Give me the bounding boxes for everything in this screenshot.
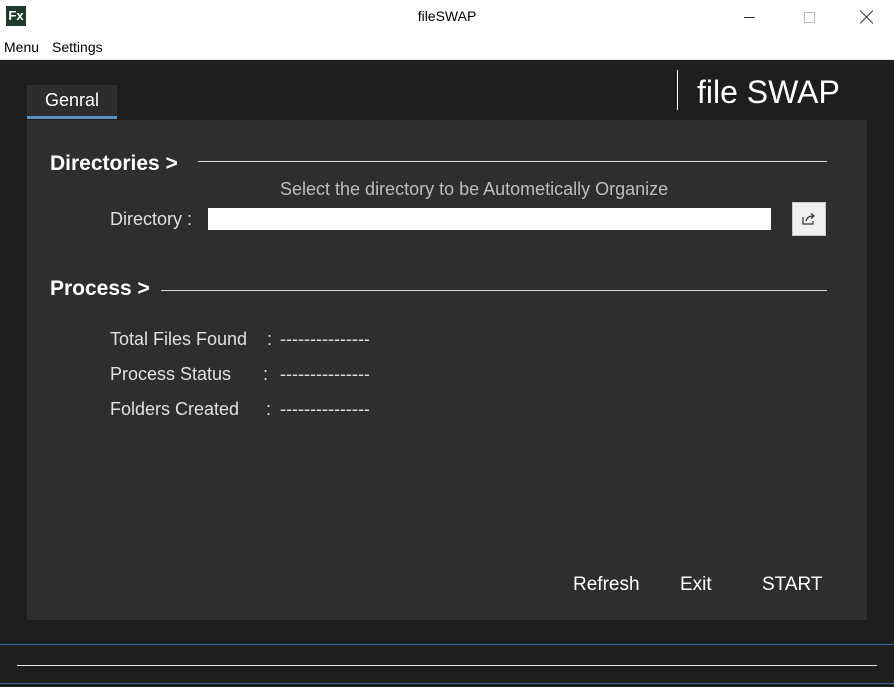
menu-bar: Menu Settings [0, 34, 894, 60]
process-status-value: --------------- [280, 364, 370, 384]
browse-directory-button[interactable] [792, 202, 826, 236]
menu-item-menu[interactable]: Menu [4, 39, 39, 55]
general-panel: Directories > Select the directory to be… [27, 120, 867, 620]
brand-title: file SWAP [697, 74, 840, 110]
process-status-label: Process Status [110, 364, 232, 384]
process-heading: Process > [50, 277, 150, 300]
menu-item-settings[interactable]: Settings [52, 39, 103, 55]
start-button[interactable]: START [762, 574, 823, 596]
minimize-icon [743, 16, 755, 18]
total-files-found-colon: : [267, 329, 273, 349]
process-status-colon: : [263, 364, 269, 384]
directories-divider [198, 161, 827, 162]
status-bar [0, 644, 894, 684]
folders-created-label: Folders Created [110, 399, 240, 419]
folders-created-colon: : [266, 399, 272, 419]
minimize-button[interactable] [720, 0, 778, 34]
share-folder-icon [802, 213, 815, 225]
title-bar: Fx fileSWAP [0, 0, 894, 34]
maximize-icon [803, 11, 815, 23]
progress-track [17, 665, 877, 666]
directories-heading: Directories > [50, 152, 178, 175]
directory-input[interactable] [208, 208, 771, 230]
main-area: file SWAP Genral Directories > Select th… [0, 60, 894, 687]
total-files-found-value: --------------- [280, 329, 370, 349]
folders-created-value: --------------- [280, 399, 370, 419]
exit-button[interactable]: Exit [680, 574, 712, 596]
process-divider [161, 290, 827, 291]
directory-hint: Select the directory to be Autometically… [280, 179, 669, 199]
brand-separator [677, 70, 678, 110]
tab-genral[interactable]: Genral [27, 85, 117, 119]
directory-label: Directory : [110, 209, 193, 229]
close-icon [860, 10, 874, 24]
refresh-button[interactable]: Refresh [573, 574, 640, 596]
maximize-button[interactable] [780, 0, 838, 34]
close-button[interactable] [838, 0, 894, 34]
total-files-found-label: Total Files Found [110, 329, 248, 349]
